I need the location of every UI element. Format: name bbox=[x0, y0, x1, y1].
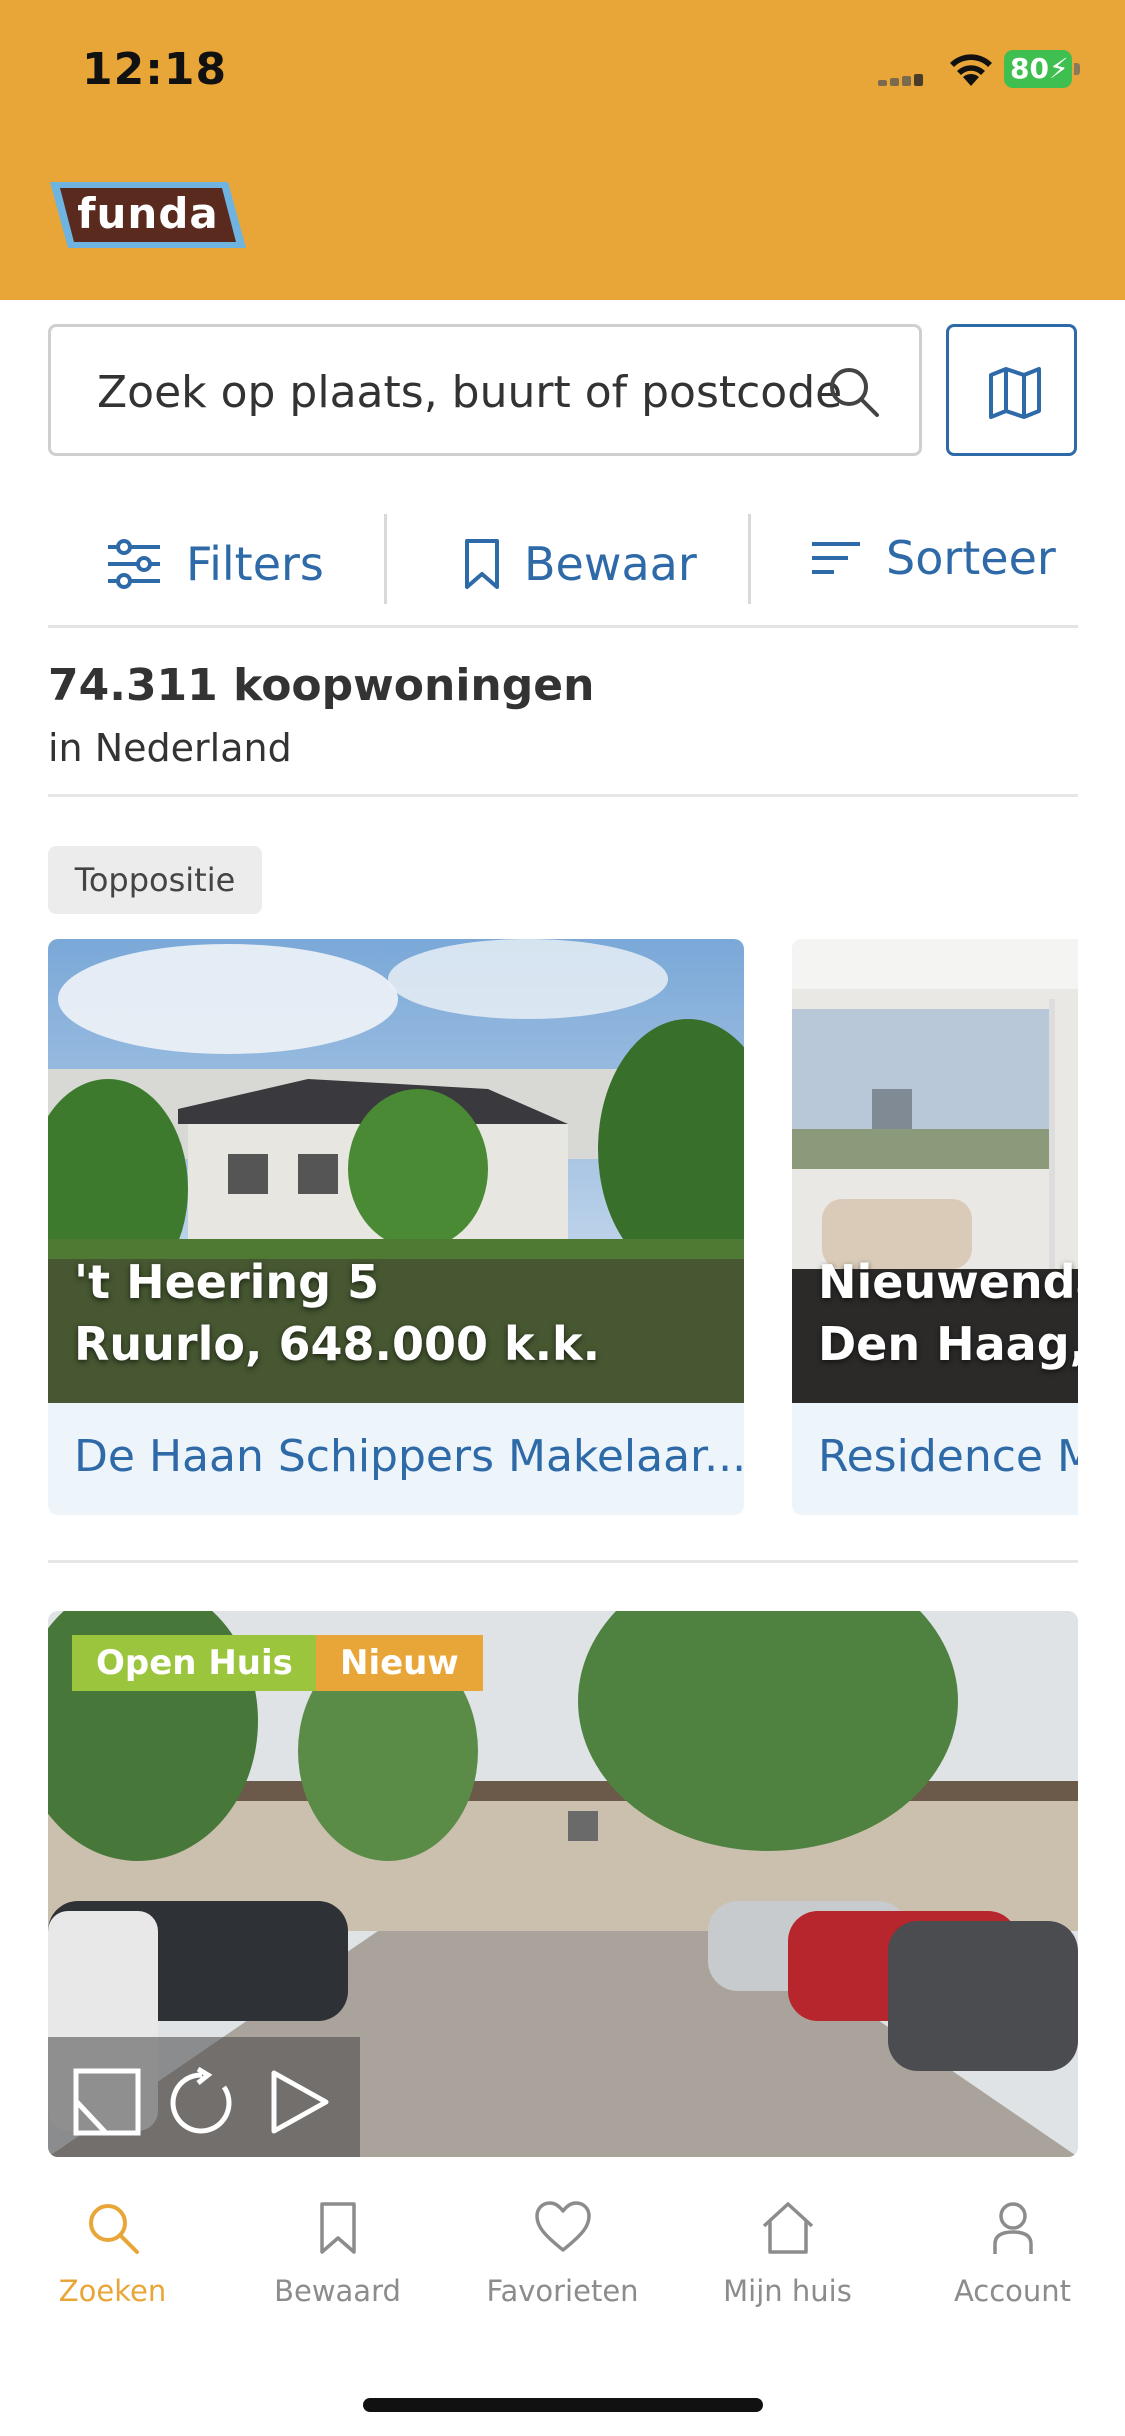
nav-label: Mijn huis bbox=[723, 2274, 852, 2308]
result-region: in Nederland bbox=[48, 726, 292, 770]
sliders-icon bbox=[108, 539, 160, 589]
battery-level: 80 bbox=[1010, 52, 1049, 85]
toppositie-badge: Toppositie bbox=[48, 846, 262, 914]
listing-address: 't Heering 5 bbox=[74, 1255, 380, 1309]
nav-label: Bewaard bbox=[274, 2274, 401, 2308]
bookmark-icon bbox=[319, 2202, 356, 2254]
nav-item-zoeken[interactable]: Zoeken bbox=[0, 2200, 225, 2308]
divider bbox=[48, 1560, 1078, 1563]
map-icon bbox=[989, 367, 1041, 419]
search-icon bbox=[88, 2204, 139, 2254]
heart-icon bbox=[534, 2201, 591, 2252]
sort-icon bbox=[812, 542, 860, 574]
save-label: Bewaar bbox=[524, 537, 697, 591]
top-listing-card[interactable]: Nieuwenda Den Haag, Residence M bbox=[792, 939, 1078, 1515]
nav-item-bewaard[interactable]: Bewaard bbox=[225, 2200, 450, 2308]
nav-label: Favorieten bbox=[486, 2274, 639, 2308]
battery-icon: 80⚡ bbox=[1004, 50, 1080, 88]
top-listing-card[interactable]: 't Heering 5 Ruurlo, 648.000 k.k. De Haa… bbox=[48, 939, 744, 1515]
search-placeholder: Zoek op plaats, buurt of postcode bbox=[97, 367, 843, 418]
logo-text: funda bbox=[77, 189, 219, 238]
nav-label: Account bbox=[953, 2274, 1072, 2308]
filter-toolbar: Filters Bewaar Sorteer bbox=[48, 514, 1078, 628]
nav-item-favorieten[interactable]: Favorieten bbox=[450, 2200, 675, 2308]
listing-agent[interactable]: De Haan Schippers Makelaar... bbox=[74, 1431, 744, 1482]
toolbar-divider bbox=[384, 514, 387, 604]
new-tag: Nieuw bbox=[316, 1635, 483, 1691]
play-video-icon[interactable] bbox=[264, 2067, 334, 2137]
home-indicator bbox=[363, 2398, 763, 2412]
save-search-button[interactable]: Bewaar bbox=[464, 524, 697, 604]
home-icon bbox=[762, 2202, 813, 2254]
listing-agent[interactable]: Residence M bbox=[818, 1431, 1078, 1482]
bookmark-icon bbox=[465, 539, 499, 589]
media-controls bbox=[48, 2037, 360, 2157]
divider bbox=[48, 794, 1078, 797]
wifi-icon bbox=[950, 54, 992, 86]
app-header: 12:18 80⚡ funda bbox=[0, 0, 1125, 300]
person-icon bbox=[992, 2202, 1033, 2254]
floorplan-icon[interactable] bbox=[72, 2067, 142, 2137]
search-icon[interactable] bbox=[825, 363, 883, 421]
cellular-signal-icon bbox=[878, 72, 934, 86]
open-house-tag: Open Huis bbox=[72, 1635, 317, 1691]
status-time: 12:18 bbox=[82, 44, 228, 95]
listing-city-price: Den Haag, bbox=[818, 1317, 1078, 1371]
nav-item-account[interactable]: Account bbox=[900, 2200, 1125, 2308]
search-input[interactable]: Zoek op plaats, buurt of postcode bbox=[48, 324, 922, 456]
map-view-button[interactable] bbox=[946, 324, 1077, 456]
result-count: 74.311 koopwoningen bbox=[48, 660, 595, 711]
360-view-icon[interactable] bbox=[168, 2067, 238, 2137]
toolbar-divider bbox=[748, 514, 751, 604]
listing-card[interactable]: Open Huis Nieuw bbox=[48, 1611, 1078, 2157]
listing-address: Nieuwenda bbox=[818, 1255, 1078, 1309]
listing-city-price: Ruurlo, 648.000 k.k. bbox=[74, 1317, 601, 1371]
sort-label: Sorteer bbox=[886, 531, 1056, 585]
filters-button[interactable]: Filters bbox=[106, 524, 324, 604]
filters-label: Filters bbox=[186, 537, 324, 591]
nav-item-mijn-huis[interactable]: Mijn huis bbox=[675, 2200, 900, 2308]
nav-label: Zoeken bbox=[58, 2274, 167, 2308]
sort-button[interactable]: Sorteer bbox=[810, 518, 1056, 598]
bottom-navigation: Zoeken Bewaard Favorieten Mijn huis Acco… bbox=[0, 2160, 1125, 2436]
funda-logo[interactable]: funda bbox=[46, 178, 250, 252]
